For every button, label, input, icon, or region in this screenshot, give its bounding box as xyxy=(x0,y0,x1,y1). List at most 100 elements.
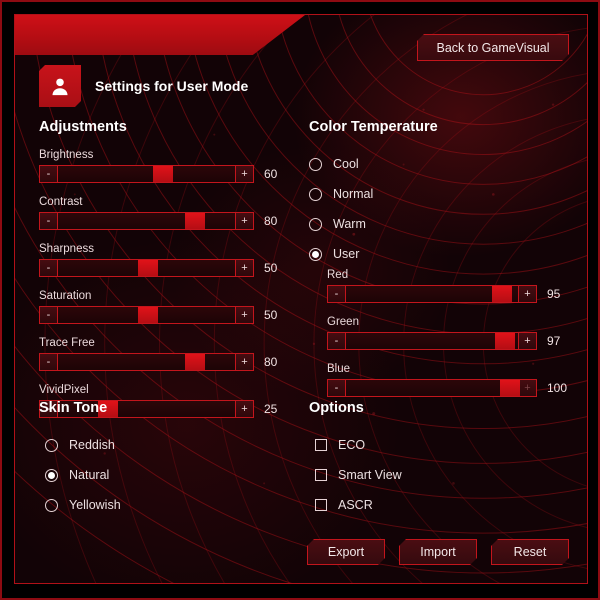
skin-tone-section: Skin Tone Reddish Natural Yellowish xyxy=(39,400,291,520)
options-checkbox-list: ECO Smart View ASCR xyxy=(309,430,575,520)
skin-tone-option-natural[interactable]: Natural xyxy=(45,460,291,490)
radio-selected-icon[interactable] xyxy=(45,468,58,482)
checkbox-unchecked-icon[interactable] xyxy=(315,439,327,451)
slider-row-sharpness: Sharpness - +50 xyxy=(39,243,291,277)
slider-label-green: Green xyxy=(327,316,359,328)
slider-track-trace-free[interactable] xyxy=(58,354,235,370)
slider-value-contrast: 80 xyxy=(264,214,278,228)
option-eco[interactable]: ECO xyxy=(315,430,575,460)
radio-unselected-icon[interactable] xyxy=(45,438,58,452)
slider-thumb-contrast[interactable] xyxy=(185,213,206,229)
content-panel: Advanced Settings Back to GameVisual Set… xyxy=(14,14,588,584)
person-icon xyxy=(49,75,71,97)
decrease-red-button[interactable]: - xyxy=(328,286,346,302)
advanced-settings-window: Advanced Settings Back to GameVisual Set… xyxy=(0,0,600,600)
increase-sharpness-button[interactable]: + xyxy=(235,260,253,276)
decrease-contrast-button[interactable]: - xyxy=(40,213,58,229)
color-temperature-radio-list: Cool Normal Warm User xyxy=(309,149,575,269)
slider-green[interactable]: - + xyxy=(327,332,537,350)
increase-brightness-button[interactable]: + xyxy=(235,166,253,182)
increase-saturation-button[interactable]: + xyxy=(235,307,253,323)
skin-tone-option-yellowish[interactable]: Yellowish xyxy=(45,490,291,520)
checkbox-unchecked-icon[interactable] xyxy=(315,469,327,481)
slider-thumb-red[interactable] xyxy=(492,286,513,302)
slider-thumb-sharpness[interactable] xyxy=(137,260,158,276)
slider-track-blue[interactable] xyxy=(346,380,520,396)
color-temperature-section: Color Temperature Cool Normal Warm User Red… xyxy=(309,119,575,410)
color-temperature-option-cool[interactable]: Cool xyxy=(309,149,575,179)
increase-trace-free-button[interactable]: + xyxy=(235,354,253,370)
slider-trace-free[interactable]: - + xyxy=(39,353,254,371)
decrease-brightness-button[interactable]: - xyxy=(40,166,58,182)
export-button-label: Export xyxy=(327,545,365,559)
export-button[interactable]: Export xyxy=(307,539,385,565)
slider-thumb-brightness[interactable] xyxy=(153,166,174,182)
slider-value-red: 95 xyxy=(547,287,561,301)
slider-label-trace-free: Trace Free xyxy=(39,337,95,349)
color-temperature-option-normal[interactable]: Normal xyxy=(309,179,575,209)
color-temperature-label-cool: Cool xyxy=(333,157,359,171)
slider-track-contrast[interactable] xyxy=(58,213,235,229)
color-temperature-option-warm[interactable]: Warm xyxy=(309,209,575,239)
decrease-sharpness-button[interactable]: - xyxy=(40,260,58,276)
skin-tone-title: Skin Tone xyxy=(39,400,108,416)
slider-thumb-trace-free[interactable] xyxy=(185,354,206,370)
slider-saturation[interactable]: - + xyxy=(39,306,254,324)
increase-green-button[interactable]: + xyxy=(518,333,536,349)
radio-unselected-icon[interactable] xyxy=(309,187,322,201)
slider-thumb-green[interactable] xyxy=(495,333,516,349)
reset-button[interactable]: Reset xyxy=(491,539,569,565)
skin-tone-option-reddish[interactable]: Reddish xyxy=(45,430,291,460)
option-ascr[interactable]: ASCR xyxy=(315,490,575,520)
slider-track-sharpness[interactable] xyxy=(58,260,235,276)
decrease-saturation-button[interactable]: - xyxy=(40,307,58,323)
skin-tone-label-yellowish: Yellowish xyxy=(69,498,121,512)
slider-label-brightness: Brightness xyxy=(39,149,94,161)
user-mode-label: Settings for User Mode xyxy=(95,78,249,94)
slider-line: - +50 xyxy=(39,259,291,277)
slider-track-green[interactable] xyxy=(346,333,518,349)
skin-tone-radio-list: Reddish Natural Yellowish xyxy=(39,430,291,520)
rgb-slider-list: Red - +95 Green - +97 Blue - +100 xyxy=(309,269,575,397)
decrease-trace-free-button[interactable]: - xyxy=(40,354,58,370)
back-to-gamevisual-button[interactable]: Back to GameVisual xyxy=(417,34,569,61)
slider-brightness[interactable]: - + xyxy=(39,165,254,183)
radio-unselected-icon[interactable] xyxy=(309,217,322,231)
option-smart-view[interactable]: Smart View xyxy=(315,460,575,490)
increase-contrast-button[interactable]: + xyxy=(235,213,253,229)
slider-line: - +97 xyxy=(327,332,575,350)
skin-tone-label-reddish: Reddish xyxy=(69,438,115,452)
color-temperature-label-warm: Warm xyxy=(333,217,366,231)
adjustments-title: Adjustments xyxy=(39,119,127,135)
option-label-smart-view: Smart View xyxy=(338,468,402,482)
radio-unselected-icon[interactable] xyxy=(45,498,58,512)
slider-label-contrast: Contrast xyxy=(39,196,83,208)
user-avatar-icon xyxy=(39,65,81,107)
slider-track-brightness[interactable] xyxy=(58,166,235,182)
radio-unselected-icon[interactable] xyxy=(309,157,322,171)
increase-red-button[interactable]: + xyxy=(518,286,536,302)
slider-blue[interactable]: - + xyxy=(327,379,537,397)
checkbox-unchecked-icon[interactable] xyxy=(315,499,327,511)
slider-line: - +60 xyxy=(39,165,291,183)
slider-sharpness[interactable]: - + xyxy=(39,259,254,277)
slider-track-saturation[interactable] xyxy=(58,307,235,323)
radio-selected-icon[interactable] xyxy=(309,247,322,261)
slider-label-sharpness: Sharpness xyxy=(39,243,94,255)
slider-thumb-saturation[interactable] xyxy=(137,307,158,323)
slider-line: - +80 xyxy=(39,212,291,230)
slider-red[interactable]: - + xyxy=(327,285,537,303)
slider-row-contrast: Contrast - +80 xyxy=(39,196,291,230)
slider-row-brightness: Brightness - +60 xyxy=(39,149,291,183)
slider-contrast[interactable]: - + xyxy=(39,212,254,230)
slider-value-green: 97 xyxy=(547,334,561,348)
decrease-blue-button[interactable]: - xyxy=(328,380,346,396)
slider-thumb-blue[interactable] xyxy=(500,380,520,396)
skin-tone-label-natural: Natural xyxy=(69,468,110,482)
decrease-green-button[interactable]: - xyxy=(328,333,346,349)
color-temperature-label-user: User xyxy=(333,247,360,261)
slider-track-red[interactable] xyxy=(346,286,518,302)
slider-line: - +80 xyxy=(39,353,291,371)
import-button[interactable]: Import xyxy=(399,539,477,565)
color-temperature-option-user[interactable]: User xyxy=(309,239,575,269)
